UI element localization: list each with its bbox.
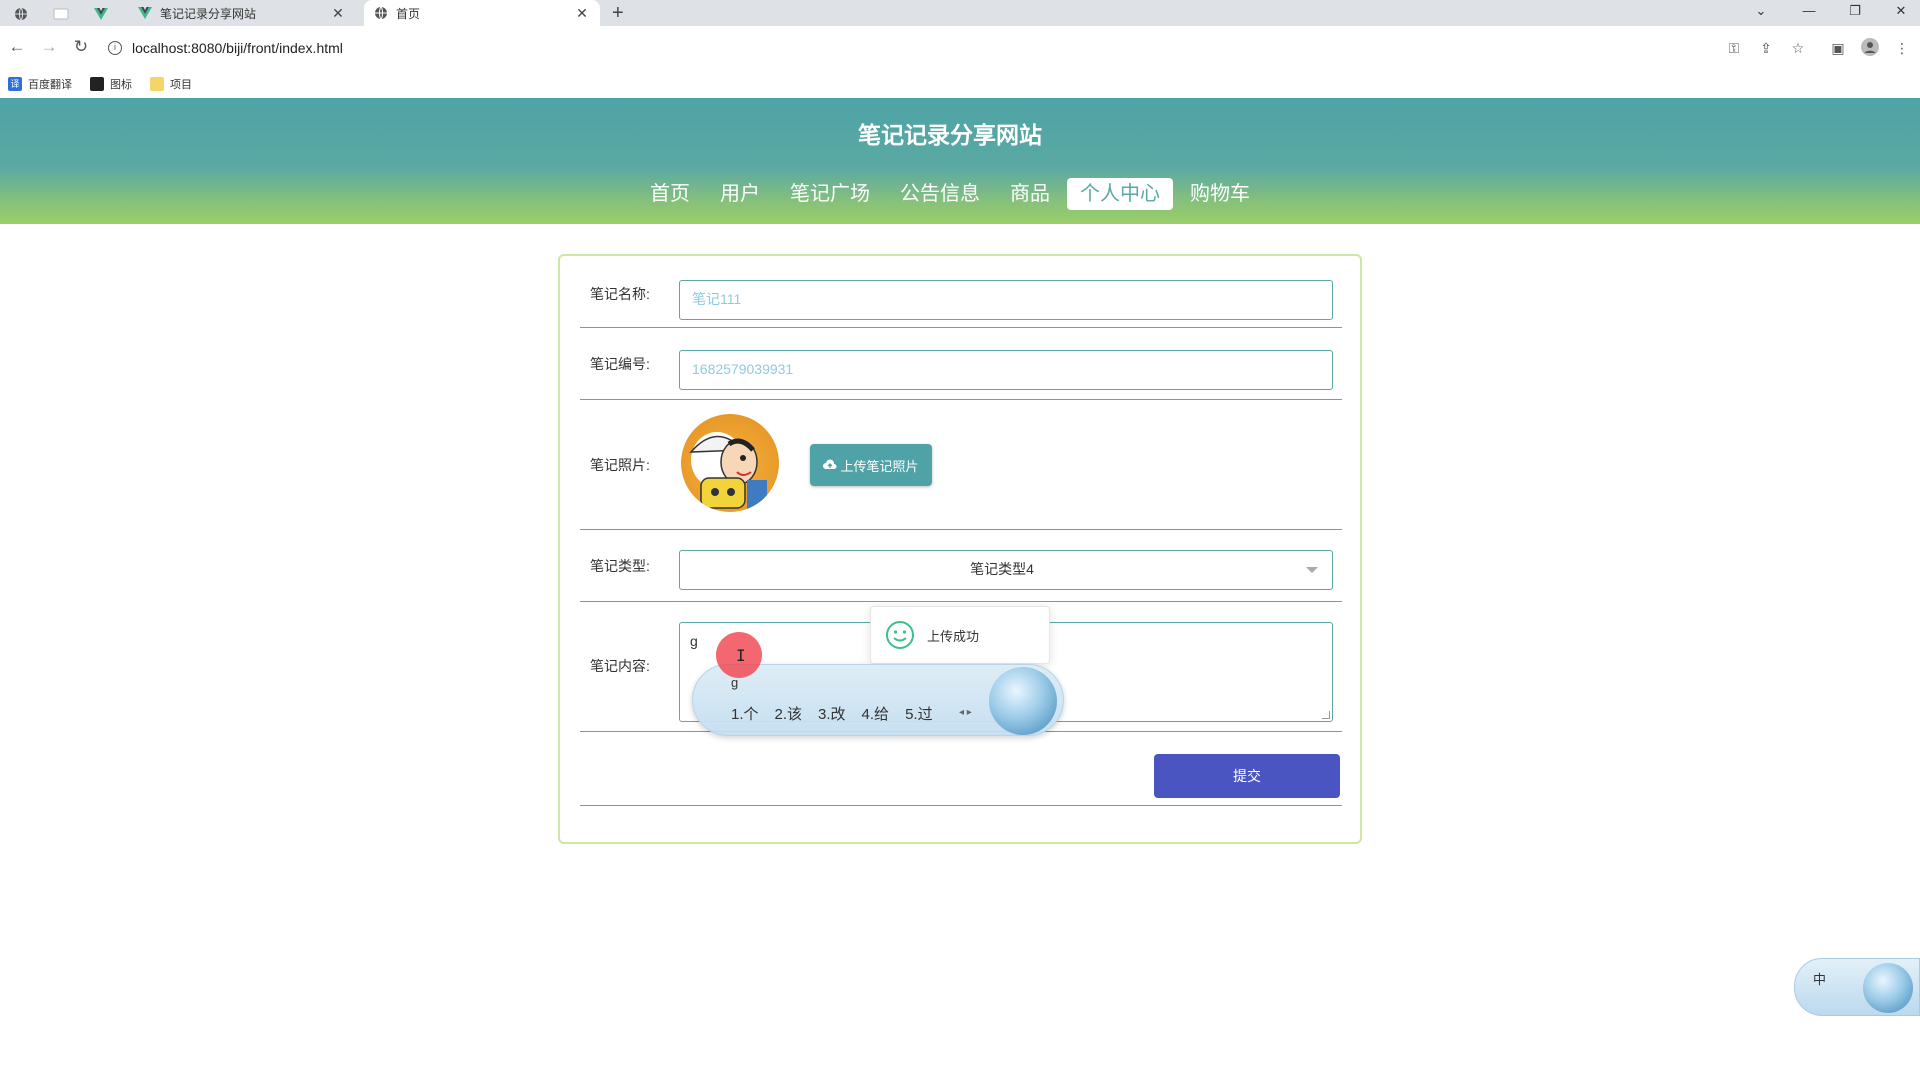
note-photo-label: 笔记照片: [590,457,650,473]
bookmarks-bar: 译 百度翻译 图标 项目 [0,70,1920,98]
tab-notes-site[interactable]: 笔记记录分享网站 ✕ [128,0,356,26]
tab-title: 首页 [396,6,421,21]
note-number-input[interactable]: 1682579039931 [679,350,1333,390]
nav-users[interactable]: 用户 [707,178,773,210]
bookmark-label: 百度翻译 [28,79,72,91]
note-content-value: g [690,633,698,649]
key-icon[interactable]: ⚿ [1724,38,1744,58]
minimize-icon[interactable]: — [1794,0,1824,22]
site-title: 笔记记录分享网站 [858,122,1042,148]
ime-candidate[interactable]: 1.个 [731,703,759,724]
ime-candidate[interactable]: 4.给 [862,703,890,724]
browser-tabstrip: 笔记记录分享网站 ✕ 首页 ✕ + ⌄ — ❐ ✕ [0,0,1920,26]
ime-candidate[interactable]: 3.改 [818,703,846,724]
chevron-down-icon [1306,567,1318,573]
bookmark-item[interactable]: 项目 [150,76,192,92]
ime-candidate[interactable]: 5.过 [905,703,933,724]
form-row-type: 笔记类型: 笔记类型4 [580,530,1342,602]
ime-mode-label: 中 [1813,972,1827,987]
note-name-label: 笔记名称: [590,286,650,302]
smile-icon [886,621,914,649]
globe-icon [15,7,27,21]
site-info-icon[interactable]: i [108,41,122,55]
close-window-icon[interactable]: ✕ [1886,0,1916,22]
note-type-select[interactable]: 笔记类型4 [679,550,1333,590]
menu-kebab-icon[interactable]: ⋮ [1892,38,1912,58]
form-row-name: 笔记名称: 笔记111 [580,256,1342,328]
form-row-photo: 笔记照片: 上传笔记照片 [580,400,1342,530]
note-photo-thumbnail[interactable] [681,414,779,512]
toast-message: 上传成功 [927,628,980,644]
translate-icon: 译 [8,77,22,91]
bookmark-star-icon[interactable]: ☆ [1788,38,1808,58]
note-number-label: 笔记编号: [590,356,650,372]
cloud-upload-icon [823,459,837,469]
tab-title: 笔记记录分享网站 [160,6,257,21]
globe-icon [374,6,388,20]
vue-icon [138,6,152,20]
url-text: localhost:8080/biji/front/index.html [132,40,343,56]
browser-toolbar: ← → ↻ i localhost:8080/biji/front/index.… [0,26,1920,70]
cartoon-avatar-image [689,432,767,510]
vue-icon [94,8,108,20]
nav-personal-center[interactable]: 个人中心 [1067,178,1173,210]
note-form-card: 笔记名称: 笔记111 笔记编号: 1682579039931 笔记照片: 上传… [558,254,1362,844]
success-toast: 上传成功 [870,606,1050,664]
bookmark-label: 项目 [170,79,192,91]
new-tab-button[interactable]: + [612,2,624,24]
tab-search-icon[interactable]: ⌄ [1746,0,1776,22]
bookmark-label: 图标 [110,79,132,91]
tab-close-icon[interactable]: ✕ [330,5,346,22]
tab-home[interactable]: 首页 ✕ [364,0,600,26]
folder-icon [150,77,164,91]
resize-handle-icon[interactable] [1322,711,1330,719]
restore-icon[interactable]: ❐ [1840,0,1870,22]
address-bar[interactable]: i localhost:8080/biji/front/index.html [108,34,1708,62]
ime-candidate[interactable]: 2.该 [775,703,803,724]
ime-skin-globe-icon [989,667,1057,735]
bookmark-item[interactable]: 译 百度翻译 [8,76,72,92]
note-type-label: 笔记类型: [590,558,650,574]
ime-skin-globe-icon [1863,963,1913,1013]
side-panel-icon[interactable]: ▣ [1828,38,1848,58]
submit-button[interactable]: 提交 [1154,754,1340,798]
ime-status-float[interactable]: 中 [1794,958,1920,1016]
nav-announcements[interactable]: 公告信息 [887,178,993,210]
upload-photo-button[interactable]: 上传笔记照片 [810,444,932,486]
tab-close-icon[interactable]: ✕ [574,5,590,22]
blank-page-icon [53,8,69,20]
profile-icon[interactable] [1860,38,1880,58]
form-row-number: 笔记编号: 1682579039931 [580,328,1342,400]
note-content-label: 笔记内容: [590,658,650,674]
bookmark-item[interactable]: 图标 [90,76,132,92]
back-icon[interactable]: ← [6,36,28,58]
pinned-tab-page[interactable] [48,3,74,25]
nav-products[interactable]: 商品 [997,178,1063,210]
forward-icon[interactable]: → [38,36,60,58]
note-name-input[interactable]: 笔记111 [679,280,1333,320]
site-header: 笔记记录分享网站 首页 用户 笔记广场 公告信息 商品 个人中心 购物车 [0,98,1920,224]
reload-icon[interactable]: ↻ [70,36,92,58]
note-type-value: 笔记类型4 [970,561,1034,577]
nav-home[interactable]: 首页 [637,178,703,210]
upload-photo-label: 上传笔记照片 [840,458,919,474]
ime-candidates: 1.个 2.该 3.改 4.给 5.过 [731,703,933,724]
form-row-submit: 提交 [580,732,1342,806]
pinned-tab-globe[interactable] [8,3,34,25]
pinned-tab-vue[interactable] [88,3,114,25]
nav-notes-square[interactable]: 笔记广场 [777,178,883,210]
image-icon [90,77,104,91]
text-cursor-icon: I [736,646,746,665]
share-icon[interactable]: ⇪ [1756,38,1776,58]
main-nav: 首页 用户 笔记广场 公告信息 商品 个人中心 购物车 [0,178,1920,210]
nav-cart[interactable]: 购物车 [1177,178,1263,210]
ime-page-arrows-icon[interactable]: ◂ ▸ [959,707,972,718]
